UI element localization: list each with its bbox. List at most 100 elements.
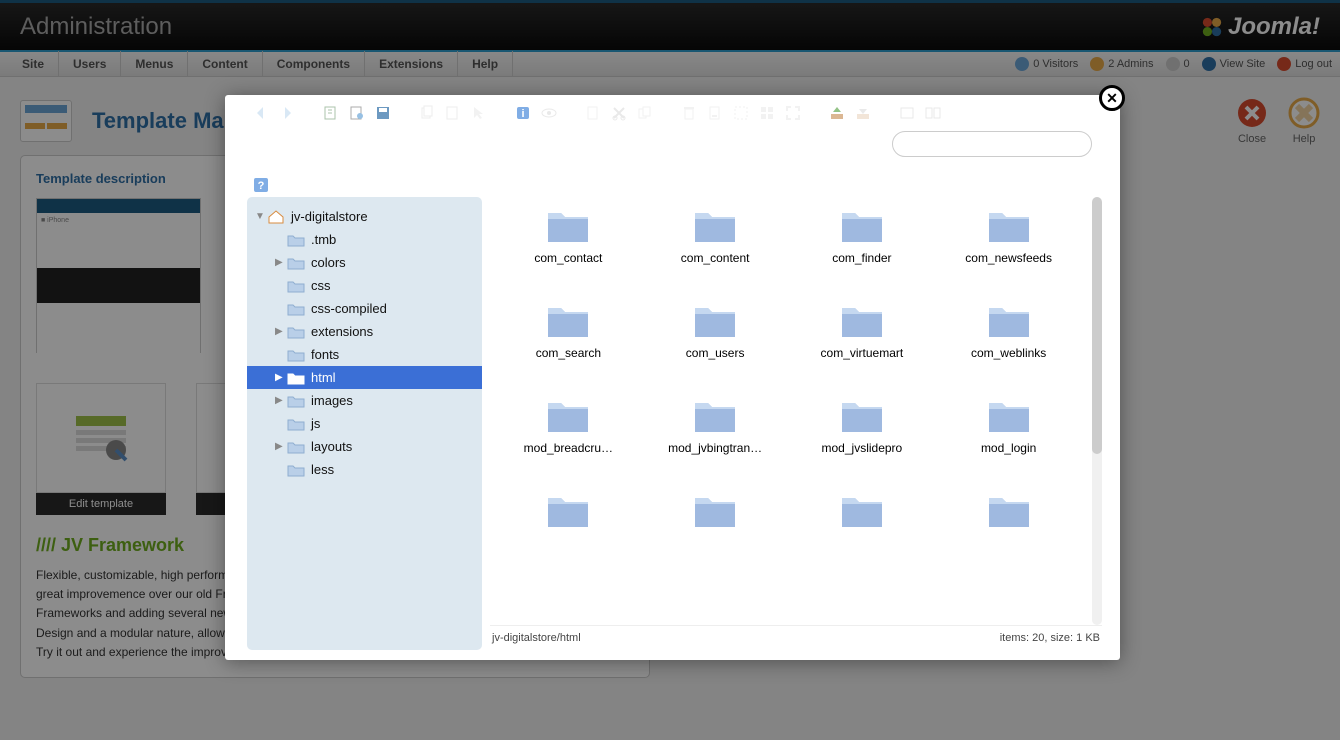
fm-path: jv-digitalstore/html xyxy=(492,632,581,644)
folder-icon xyxy=(287,233,305,247)
open-icon[interactable] xyxy=(349,105,365,121)
folder-icon xyxy=(287,463,305,477)
svg-text:?: ? xyxy=(258,180,265,192)
copy-icon[interactable] xyxy=(419,105,435,121)
tree-item-label: html xyxy=(311,370,336,385)
chevron-right-icon: ▶ xyxy=(275,441,287,452)
tree-item-css-compiled[interactable]: css-compiled xyxy=(247,297,482,320)
chevron-right-icon: ▶ xyxy=(275,395,287,406)
chevron-right-icon: ▶ xyxy=(275,372,287,383)
paste-icon[interactable] xyxy=(445,105,461,121)
tree-item-html[interactable]: ▶ html xyxy=(247,366,482,389)
folder-label: mod_breadcru… xyxy=(513,441,623,455)
folder-icon xyxy=(287,279,305,293)
tree-item-fonts[interactable]: fonts xyxy=(247,343,482,366)
tree-item-js[interactable]: js xyxy=(247,412,482,435)
tree-item-label: extensions xyxy=(311,324,373,339)
folder-item[interactable] xyxy=(495,492,642,587)
folder-item[interactable] xyxy=(642,492,789,587)
new-file-icon[interactable] xyxy=(585,105,601,121)
folder-icon xyxy=(287,440,305,454)
modal-close-button[interactable]: ✕ xyxy=(1099,85,1125,111)
upload-icon[interactable] xyxy=(829,105,845,121)
tree-item-css[interactable]: css xyxy=(247,274,482,297)
tree-item-less[interactable]: less xyxy=(247,458,482,481)
download-icon[interactable] xyxy=(855,105,871,121)
folder-com_contact[interactable]: com_contact xyxy=(495,207,642,302)
tree-item-colors[interactable]: ▶colors xyxy=(247,251,482,274)
folder-com_newsfeeds[interactable]: com_newsfeeds xyxy=(935,207,1082,302)
expand-icon[interactable] xyxy=(785,105,801,121)
folder-mod_jvbingtran…[interactable]: mod_jvbingtran… xyxy=(642,397,789,492)
tree-root-label: jv-digitalstore xyxy=(291,209,368,224)
folder-icon xyxy=(287,371,305,385)
fm-toolbar: i ? xyxy=(225,95,1120,197)
folder-icon xyxy=(692,397,738,435)
folder-label: com_search xyxy=(513,346,623,360)
reload-icon[interactable] xyxy=(323,105,339,121)
tree-item-images[interactable]: ▶ images xyxy=(247,389,482,412)
folder-label: com_weblinks xyxy=(954,346,1064,360)
view-icons-icon[interactable] xyxy=(899,105,915,121)
folder-com_weblinks[interactable]: com_weblinks xyxy=(935,302,1082,397)
save-icon[interactable] xyxy=(375,105,391,121)
tree-item-label: fonts xyxy=(311,347,339,362)
folder-icon xyxy=(692,207,738,245)
fm-scroll-thumb[interactable] xyxy=(1092,197,1102,454)
tree-root[interactable]: ▼ jv-digitalstore xyxy=(247,205,482,228)
tree-item-layouts[interactable]: ▶ layouts xyxy=(247,435,482,458)
tree-item-label: css xyxy=(311,278,331,293)
forward-icon[interactable] xyxy=(279,105,295,121)
folder-com_users[interactable]: com_users xyxy=(642,302,789,397)
grid-icon[interactable] xyxy=(759,105,775,121)
back-icon[interactable] xyxy=(253,105,269,121)
tree-item-.tmb[interactable]: .tmb xyxy=(247,228,482,251)
fm-tree: ▼ jv-digitalstore .tmb▶colors css css-comp… xyxy=(247,197,482,650)
chevron-right-icon: ▶ xyxy=(275,257,287,268)
folder-icon xyxy=(287,417,305,431)
tree-item-extensions[interactable]: ▶extensions xyxy=(247,320,482,343)
tree-item-label: js xyxy=(311,416,320,431)
tree-item-label: images xyxy=(311,393,353,408)
folder-com_content[interactable]: com_content xyxy=(642,207,789,302)
folder-icon xyxy=(287,348,305,362)
folder-com_search[interactable]: com_search xyxy=(495,302,642,397)
folder-mod_login[interactable]: mod_login xyxy=(935,397,1082,492)
folder-icon xyxy=(986,207,1032,245)
fm-help-icon[interactable]: ? xyxy=(253,177,269,193)
folder-icon xyxy=(545,492,591,530)
folder-com_finder[interactable]: com_finder xyxy=(789,207,936,302)
folder-icon xyxy=(986,397,1032,435)
folder-mod_jvslidepro[interactable]: mod_jvslidepro xyxy=(789,397,936,492)
folder-label: com_newsfeeds xyxy=(954,251,1064,265)
fm-search-input[interactable] xyxy=(892,131,1092,157)
info-icon[interactable]: i xyxy=(515,105,531,121)
rename-icon[interactable] xyxy=(707,105,723,121)
cut-icon[interactable] xyxy=(611,105,627,121)
home-icon xyxy=(267,210,285,224)
fm-folder-grid: com_contact com_content com_finder com_news… xyxy=(490,197,1087,625)
folder-label: com_finder xyxy=(807,251,917,265)
folder-icon xyxy=(839,207,885,245)
folder-label: com_contact xyxy=(513,251,623,265)
delete-icon[interactable] xyxy=(681,105,697,121)
folder-item[interactable] xyxy=(789,492,936,587)
folder-label: com_content xyxy=(660,251,770,265)
view-list-icon[interactable] xyxy=(925,105,941,121)
fm-scrollbar[interactable] xyxy=(1092,197,1102,625)
duplicate-icon[interactable] xyxy=(637,105,653,121)
select-icon[interactable] xyxy=(733,105,749,121)
file-manager-modal: ✕ i ? xyxy=(225,95,1120,660)
fm-main: com_contact com_content com_finder com_news… xyxy=(490,197,1102,650)
folder-icon xyxy=(287,302,305,316)
folder-mod_breadcru…[interactable]: mod_breadcru… xyxy=(495,397,642,492)
cursor-icon[interactable] xyxy=(471,105,487,121)
preview-icon[interactable] xyxy=(541,105,557,121)
folder-label: mod_jvslidepro xyxy=(807,441,917,455)
folder-icon xyxy=(692,302,738,340)
folder-item[interactable] xyxy=(935,492,1082,587)
fm-body: ▼ jv-digitalstore .tmb▶colors css css-comp… xyxy=(225,197,1120,660)
folder-com_virtuemart[interactable]: com_virtuemart xyxy=(789,302,936,397)
chevron-down-icon: ▼ xyxy=(255,211,267,222)
tree-item-label: layouts xyxy=(311,439,352,454)
